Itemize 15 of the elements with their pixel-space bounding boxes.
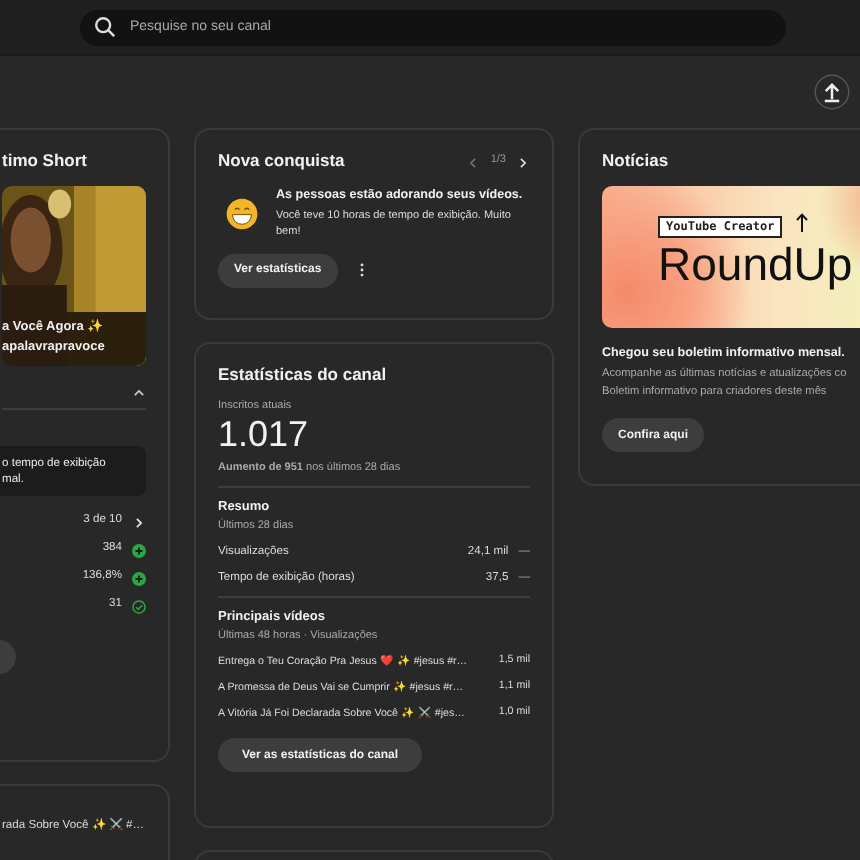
card-title: Notícias	[602, 150, 671, 170]
banner-title: RoundUp	[658, 238, 853, 290]
plus-circle-icon	[132, 544, 146, 558]
chevron-right-icon[interactable]	[132, 516, 146, 530]
chevron-right-icon[interactable]	[516, 156, 530, 170]
plus-circle-icon	[132, 572, 146, 586]
upload-icon[interactable]	[814, 74, 850, 110]
chevron-up-icon[interactable]	[132, 386, 146, 400]
card-title: Estatísticas do canal	[218, 364, 389, 384]
grinning-emoji-icon	[226, 198, 258, 231]
card-title: Nova conquista	[218, 150, 345, 170]
card-title: timo Short	[2, 150, 89, 170]
chevron-left-icon[interactable]	[466, 156, 481, 170]
check-circle-icon	[132, 600, 146, 614]
subscriber-count: 1.017	[218, 414, 311, 456]
